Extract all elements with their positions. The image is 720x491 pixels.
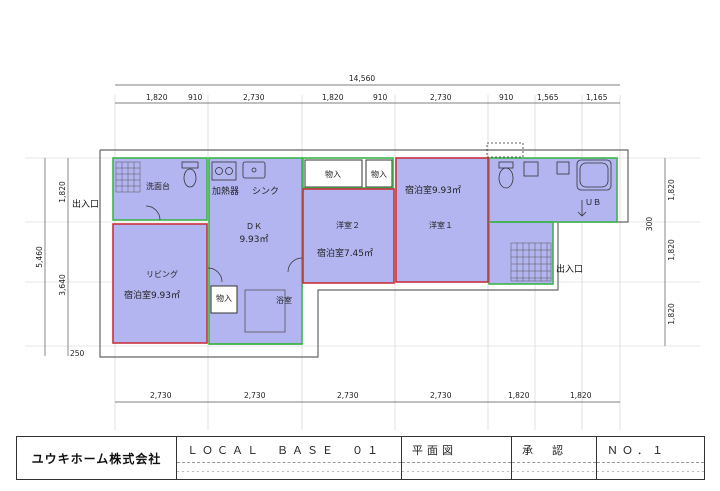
number-cell: ＮＯ．１ [597, 437, 704, 479]
top-seg-4: 1,820 [322, 93, 344, 102]
closet-top1-label: 物入 [325, 169, 341, 179]
top-seg-3: 2,730 [243, 93, 265, 102]
right-seg-1: 1,820 [667, 179, 676, 201]
sink-label: シンク [252, 186, 279, 197]
number-notes [597, 462, 704, 479]
dk-area [209, 158, 302, 344]
bottom-seg-1: 2,730 [150, 391, 172, 400]
top-seg-6: 2,730 [430, 93, 452, 102]
left-seg-2: 3,640 [58, 274, 67, 296]
drawing-name: 平面図 [412, 443, 457, 457]
lodging-living-label: 宿泊室9.93㎡ [124, 289, 180, 301]
bath-label: 浴室 [276, 295, 292, 305]
approval-cell: 承 認 [512, 437, 597, 479]
drawing-number: ＮＯ．１ [607, 443, 667, 457]
drawing-cell: 平面図 [402, 437, 512, 479]
living-label: リビング [146, 269, 178, 279]
project-notes [177, 462, 401, 479]
closet-lower-label: 物入 [216, 293, 232, 303]
dk-area-label: 9.93㎡ [239, 234, 268, 245]
heater-label: 加熱器 [212, 185, 239, 197]
company-text: ユウキホーム株式会社 [31, 451, 162, 466]
entrance-left: 出入口 [72, 198, 99, 210]
project-name: ＬＯＣＡＬ ＢＡＳＥ ０１ [187, 443, 382, 457]
bottom-seg-4: 2,730 [430, 391, 452, 400]
western2-label: 洋室２ [336, 220, 360, 230]
top-seg-5: 910 [373, 93, 388, 102]
drawing-notes [402, 462, 511, 479]
lodging2-label: 宿泊室7.45㎡ [317, 247, 373, 259]
approval-label: 承 認 [522, 443, 567, 457]
dk-label: ＤＫ [246, 222, 262, 231]
entrance-right: 出入口 [556, 263, 583, 275]
top-segments: 1,820 910 2,730 1,820 910 2,730 910 1,56… [146, 93, 608, 102]
bottom-seg-5: 1,820 [508, 391, 530, 400]
washroom-label: 洗面台 [146, 181, 170, 191]
bottom-seg-2: 2,730 [244, 391, 266, 400]
western2-area [303, 189, 394, 283]
left-overall: 5,460 [35, 246, 44, 268]
western1-label: 洋室１ [429, 220, 453, 230]
lodging1-label: 宿泊室9.93㎡ [405, 184, 461, 196]
bottom-seg-6: 1,820 [570, 391, 592, 400]
right-seg-4: 1,820 [667, 303, 676, 325]
floor-plan: 14,560 1,820 910 2,730 1,820 910 2,730 9… [25, 74, 700, 430]
right-seg-2: 300 [645, 217, 654, 232]
left-seg-3: 250 [70, 349, 85, 358]
left-seg-1: 1,820 [58, 181, 67, 203]
approval-notes [512, 462, 596, 479]
title-block: ユウキホーム株式会社 ＬＯＣＡＬ ＢＡＳＥ ０１ 平面図 承 認 ＮＯ．１ [16, 436, 705, 480]
top-seg-1: 1,820 [146, 93, 168, 102]
right-seg-3: 1,820 [667, 239, 676, 261]
overall-width: 14,560 [349, 74, 375, 83]
top-seg-7: 910 [499, 93, 514, 102]
ub-label: ＵＢ [585, 198, 601, 207]
stair-area [489, 222, 553, 284]
top-seg-9: 1,165 [586, 93, 608, 102]
closet-top2-label: 物入 [371, 169, 387, 179]
bottom-segments: 2,730 2,730 2,730 2,730 1,820 1,820 [150, 391, 592, 400]
company-name: ユウキホーム株式会社 [17, 437, 177, 479]
project-cell: ＬＯＣＡＬ ＢＡＳＥ ０１ [177, 437, 402, 479]
top-seg-2: 910 [188, 93, 203, 102]
bottom-seg-3: 2,730 [337, 391, 359, 400]
top-seg-8: 1,565 [537, 93, 559, 102]
western1-area [396, 158, 488, 282]
living-area [113, 224, 207, 343]
